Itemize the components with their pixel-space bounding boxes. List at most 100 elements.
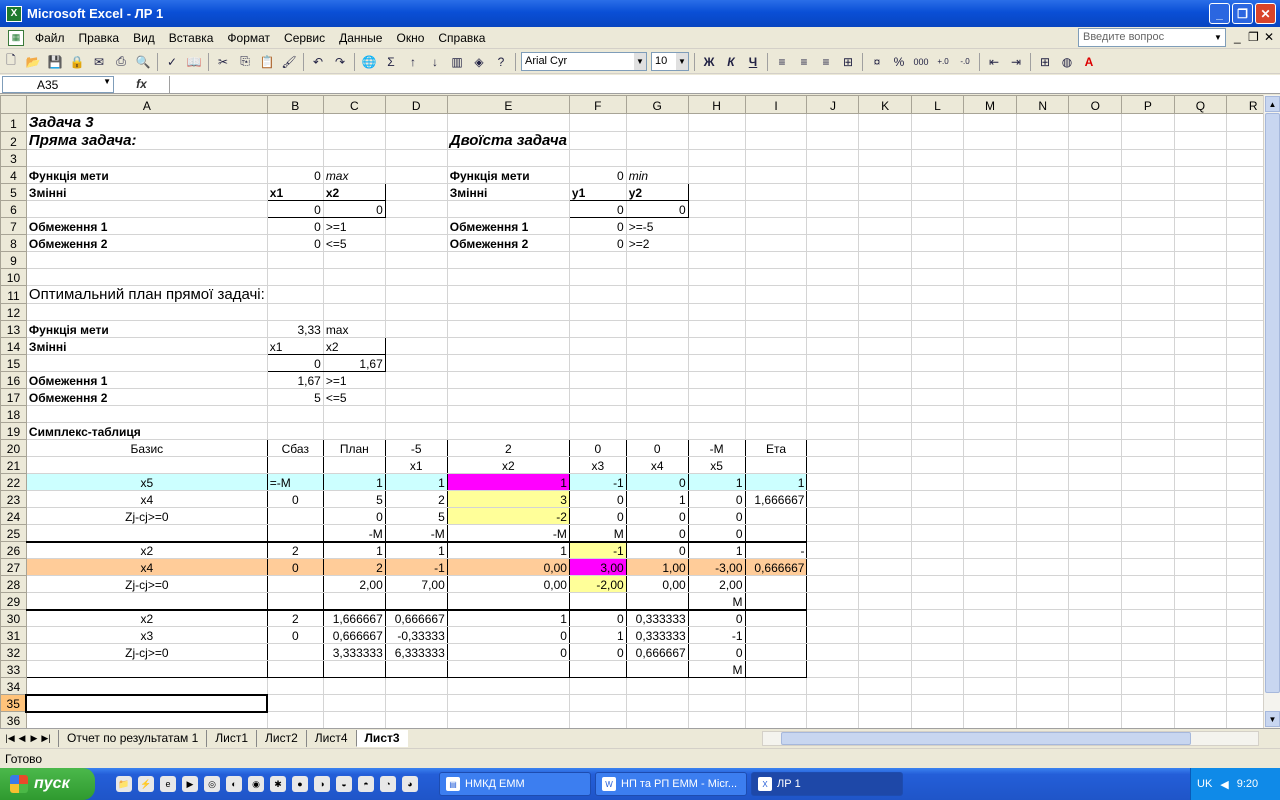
- cell-l9[interactable]: [910, 251, 965, 269]
- column-header[interactable]: L: [910, 95, 965, 114]
- cell-j2[interactable]: [806, 131, 860, 150]
- cell-f24[interactable]: 0: [568, 507, 627, 525]
- cell-e15[interactable]: [446, 354, 570, 372]
- workbook-icon[interactable]: ▦: [8, 29, 24, 46]
- cell-a18[interactable]: [25, 405, 268, 423]
- cell-f10[interactable]: [568, 268, 627, 286]
- row-header[interactable]: 19: [0, 422, 27, 440]
- sheet-tab[interactable]: Отчет по результатам 1: [58, 729, 206, 747]
- cell-a16[interactable]: Обмеження 1: [25, 371, 268, 389]
- decrease-decimal-icon[interactable]: -.0: [955, 52, 975, 72]
- cell-i29[interactable]: [744, 592, 808, 610]
- cell-h14[interactable]: [687, 337, 746, 355]
- cell-p11[interactable]: [1121, 285, 1175, 304]
- cell-i4[interactable]: [744, 166, 808, 184]
- cell-f8[interactable]: 0: [568, 234, 627, 252]
- cell-p13[interactable]: [1121, 320, 1175, 338]
- cell-l10[interactable]: [910, 268, 965, 286]
- cell-o34[interactable]: [1068, 677, 1123, 695]
- cell-g4[interactable]: min: [625, 166, 689, 184]
- column-header[interactable]: K: [858, 95, 912, 114]
- cell-n10[interactable]: [1015, 268, 1070, 286]
- align-left-icon[interactable]: ≡: [772, 52, 792, 72]
- cell-m11[interactable]: [963, 285, 1017, 304]
- minimize-button[interactable]: _: [1209, 3, 1230, 24]
- cell-e34[interactable]: [446, 677, 570, 695]
- cell-n8[interactable]: [1015, 234, 1070, 252]
- cell-a1[interactable]: Задача 3: [25, 113, 268, 132]
- cell-c5[interactable]: x2: [322, 183, 386, 201]
- row-header[interactable]: 30: [0, 609, 27, 627]
- cell-k23[interactable]: [858, 490, 912, 508]
- cell-f9[interactable]: [568, 251, 627, 269]
- cell-j3[interactable]: [806, 149, 860, 167]
- cell-m35[interactable]: [963, 694, 1017, 712]
- fx-icon[interactable]: fx: [114, 77, 169, 91]
- cell-d8[interactable]: [384, 234, 448, 252]
- cell-i31[interactable]: [744, 626, 808, 644]
- cell-l16[interactable]: [910, 371, 965, 389]
- cell-f23[interactable]: 0: [568, 490, 627, 508]
- chevron-down-icon[interactable]: ▼: [676, 53, 688, 70]
- cell-d13[interactable]: [384, 320, 448, 338]
- cell-o9[interactable]: [1068, 251, 1123, 269]
- cell-i3[interactable]: [744, 149, 808, 167]
- cell-e28[interactable]: 0,00: [446, 575, 570, 593]
- cell-h19[interactable]: [687, 422, 746, 440]
- cell-d33[interactable]: [384, 660, 448, 678]
- format-painter-icon[interactable]: 🖌: [279, 52, 299, 72]
- cell-d36[interactable]: [384, 711, 448, 728]
- cell-h8[interactable]: [687, 234, 746, 252]
- row-header[interactable]: 7: [0, 217, 27, 235]
- cell-a7[interactable]: Обмеження 1: [25, 217, 268, 235]
- cell-d20[interactable]: -5: [384, 439, 448, 457]
- cell-n11[interactable]: [1015, 285, 1070, 304]
- row-header[interactable]: 17: [0, 388, 27, 406]
- align-center-icon[interactable]: ≡: [794, 52, 814, 72]
- row-header[interactable]: 8: [0, 234, 27, 252]
- cell-d30[interactable]: 0,666667: [384, 608, 448, 627]
- cell-e1[interactable]: [446, 113, 570, 132]
- cell-n35[interactable]: [1015, 694, 1070, 712]
- row-header[interactable]: 12: [0, 303, 27, 321]
- cell-o16[interactable]: [1068, 371, 1123, 389]
- cell-d32[interactable]: 6,333333: [384, 643, 448, 661]
- cell-j9[interactable]: [806, 251, 860, 269]
- chart-wizard-icon[interactable]: ▥: [447, 52, 467, 72]
- cell-g3[interactable]: [625, 149, 689, 167]
- cell-k18[interactable]: [858, 405, 912, 423]
- cell-o15[interactable]: [1068, 354, 1123, 372]
- cell-k2[interactable]: [858, 131, 912, 150]
- cell-c24[interactable]: 0: [322, 507, 386, 525]
- cell-c30[interactable]: 1,666667: [322, 608, 386, 627]
- italic-button[interactable]: К: [721, 52, 741, 72]
- cell-n28[interactable]: [1015, 575, 1070, 593]
- cell-p1[interactable]: [1121, 113, 1175, 132]
- cell-l17[interactable]: [910, 388, 965, 406]
- cell-j33[interactable]: [806, 660, 860, 678]
- cell-a13[interactable]: Функція мети: [25, 320, 268, 338]
- cell-i21[interactable]: [744, 456, 808, 474]
- row-header[interactable]: 23: [0, 490, 27, 508]
- column-header[interactable]: B: [266, 95, 324, 114]
- cell-d31[interactable]: -0,33333: [384, 626, 448, 644]
- cell-e36[interactable]: [446, 711, 570, 728]
- cell-j10[interactable]: [806, 268, 860, 286]
- cell-k22[interactable]: [858, 473, 912, 491]
- hyperlink-icon[interactable]: 🌐: [359, 52, 379, 72]
- cell-i8[interactable]: [744, 234, 808, 252]
- cell-h1[interactable]: [687, 113, 746, 132]
- bold-button[interactable]: Ж: [699, 52, 719, 72]
- cell-g5[interactable]: y2: [625, 183, 689, 201]
- cell-a34[interactable]: [25, 677, 268, 695]
- cell-j13[interactable]: [806, 320, 860, 338]
- cell-o3[interactable]: [1068, 149, 1123, 167]
- row-header[interactable]: 27: [0, 558, 27, 576]
- cell-b33[interactable]: [266, 660, 324, 678]
- cell-f1[interactable]: [568, 113, 627, 132]
- column-header[interactable]: I: [744, 95, 808, 114]
- cell-f28[interactable]: -2,00: [568, 575, 627, 593]
- cell-q3[interactable]: [1173, 149, 1228, 167]
- cell-p18[interactable]: [1121, 405, 1175, 423]
- cell-o25[interactable]: [1068, 524, 1123, 542]
